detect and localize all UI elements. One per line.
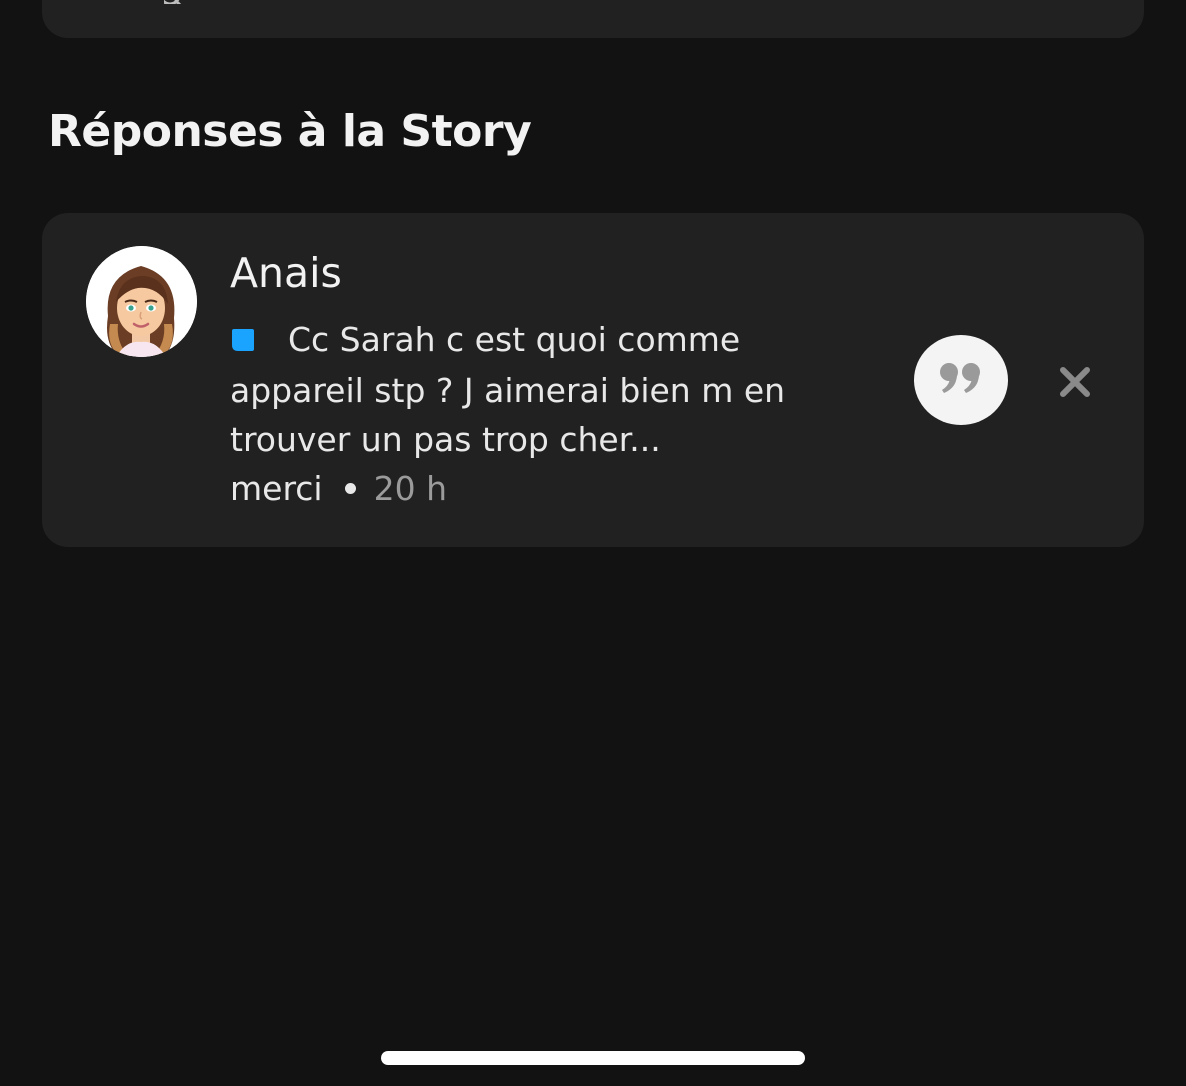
bitmoji-avatar-icon xyxy=(86,246,197,357)
reply-timestamp: 20 h xyxy=(373,469,448,508)
message-meta-line: merci 20 h xyxy=(230,464,820,513)
quote-reply-button[interactable] xyxy=(914,335,1008,425)
message-line-2: appareil stp ? J aimerai bien m en xyxy=(230,371,786,410)
avatar[interactable] xyxy=(86,246,197,357)
message-line-1: Cc Sarah c est quoi comme xyxy=(230,315,820,366)
reply-message: Cc Sarah c est quoi comme appareil stp ?… xyxy=(230,315,820,513)
previous-section-card[interactable] xyxy=(42,0,1144,38)
message-line-3: trouver un pas trop cher... xyxy=(230,420,661,459)
close-icon xyxy=(1059,366,1091,402)
story-reply-card[interactable]: Anais Cc Sarah c est quoi comme appareil… xyxy=(42,213,1144,547)
separator-dot xyxy=(344,483,356,494)
home-indicator[interactable] xyxy=(381,1051,805,1065)
chat-bubble-icon xyxy=(230,317,256,366)
section-title: Réponses à la Story xyxy=(48,106,532,157)
sender-name: Anais xyxy=(230,249,342,297)
dismiss-button[interactable] xyxy=(1054,363,1096,405)
quote-icon xyxy=(938,361,984,399)
message-text-line: Cc Sarah c est quoi comme xyxy=(288,320,741,359)
search-icon xyxy=(164,0,186,4)
message-line-4: merci xyxy=(230,469,323,508)
